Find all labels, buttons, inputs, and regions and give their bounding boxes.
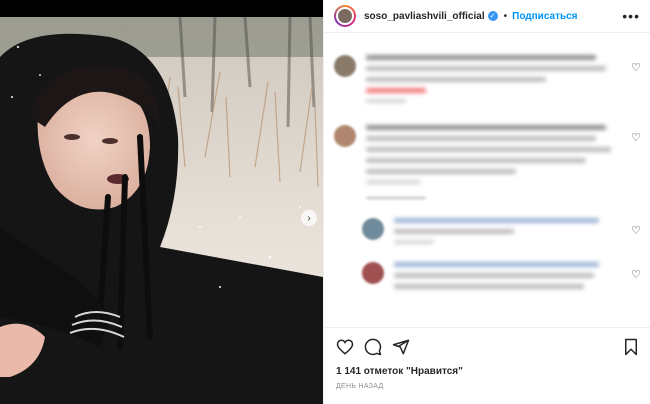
list-item: ♡: [362, 262, 641, 295]
post-actions: 1 141 отметок "Нравится" ДЕНЬ НАЗАД: [324, 327, 650, 404]
like-comment-icon[interactable]: ♡: [631, 224, 641, 237]
comments-list[interactable]: ♡ ♡ ♡ ♡: [324, 33, 650, 327]
more-options-icon[interactable]: •••: [622, 8, 640, 24]
photo-top-bar: [0, 0, 323, 17]
post-sidebar: soso_pavliashvili_official ✓ • Подписать…: [323, 0, 650, 404]
share-icon[interactable]: [392, 338, 410, 356]
like-comment-icon[interactable]: ♡: [631, 61, 641, 74]
avatar[interactable]: [362, 218, 384, 240]
post-timestamp[interactable]: ДЕНЬ НАЗАД: [336, 383, 639, 390]
heart-icon[interactable]: [336, 338, 354, 356]
carousel-next-button[interactable]: ›: [301, 210, 317, 226]
follow-button[interactable]: Подписаться: [512, 11, 577, 22]
avatar[interactable]: [334, 55, 356, 77]
action-icons: [336, 336, 639, 358]
comment-text: [394, 218, 604, 244]
post-photo[interactable]: ›: [0, 0, 323, 404]
avatar[interactable]: [362, 262, 384, 284]
comment-icon[interactable]: [364, 338, 382, 356]
list-item: ♡: [334, 55, 641, 103]
verified-icon: ✓: [487, 11, 498, 21]
list-item: ♡: [362, 218, 641, 244]
instagram-post: › soso_pavliashvili_official ✓ • Подписа…: [0, 0, 650, 404]
comment-text: [366, 125, 616, 184]
save-icon[interactable]: [623, 338, 639, 356]
chevron-right-icon: ›: [307, 212, 311, 224]
like-comment-icon[interactable]: ♡: [631, 131, 641, 144]
avatar[interactable]: [334, 125, 356, 147]
list-item: ♡: [334, 125, 641, 184]
likes-count[interactable]: 1 141 отметок "Нравится": [336, 366, 639, 377]
separator-dot: •: [503, 10, 508, 22]
view-replies-link[interactable]: [366, 196, 426, 200]
like-comment-icon[interactable]: ♡: [631, 268, 641, 281]
avatar[interactable]: [334, 5, 356, 27]
comment-text: [366, 55, 616, 103]
username-link[interactable]: soso_pavliashvili_official: [364, 11, 485, 22]
photo-image: [0, 17, 323, 404]
post-header: soso_pavliashvili_official ✓ • Подписать…: [324, 0, 650, 33]
comment-text: [394, 262, 604, 295]
